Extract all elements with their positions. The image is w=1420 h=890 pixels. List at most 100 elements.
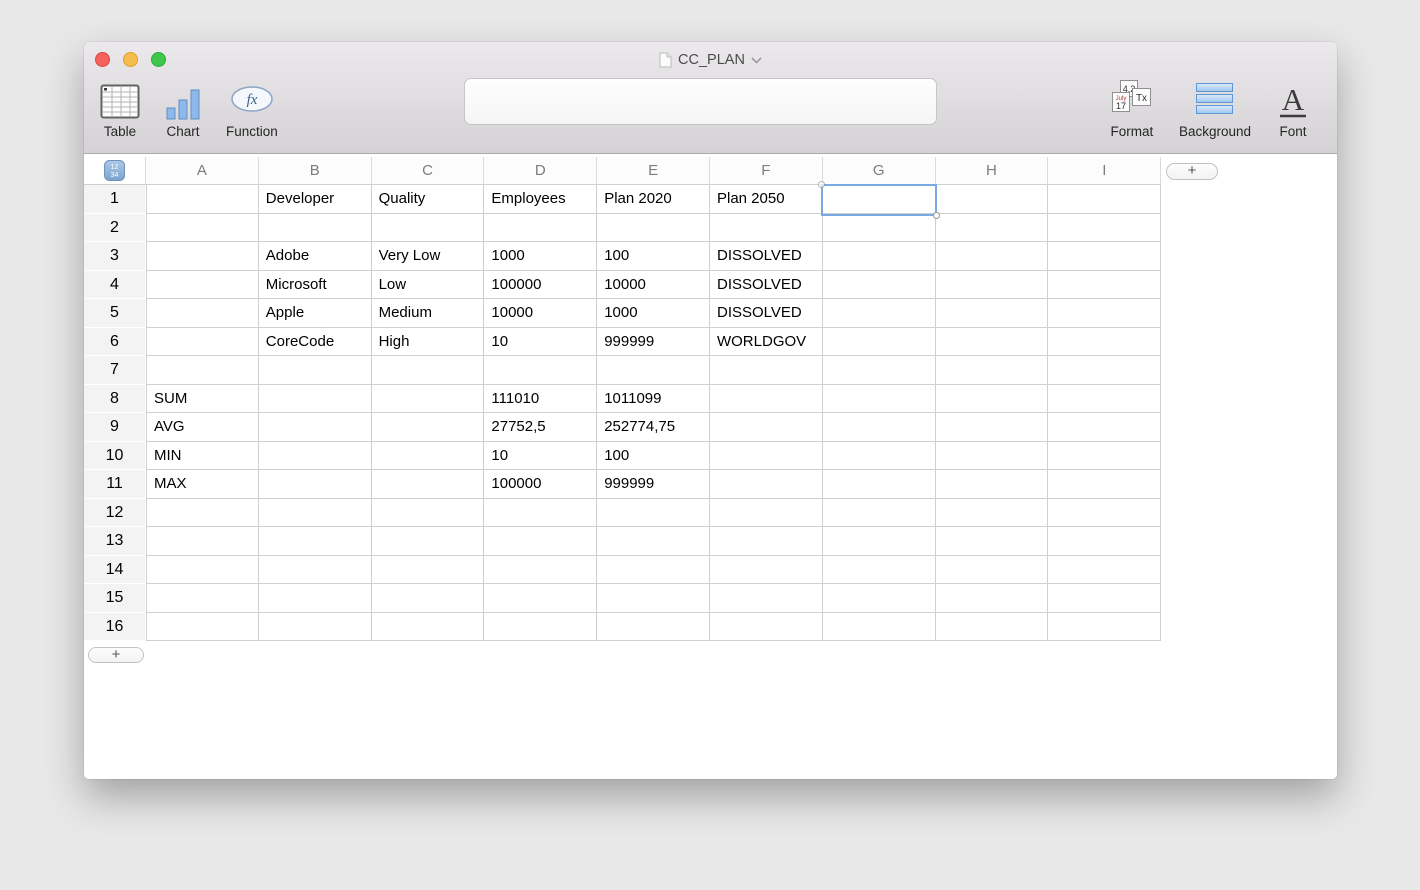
cell-H6[interactable] <box>935 327 1049 356</box>
cell-A3[interactable] <box>146 242 259 271</box>
cell-G9[interactable] <box>822 413 936 442</box>
column-header-A[interactable]: A <box>146 157 259 185</box>
cell-A8[interactable]: SUM <box>146 384 259 413</box>
table-corner-cell[interactable]: 12 34 <box>84 157 146 185</box>
cell-E10[interactable]: 100 <box>597 441 710 470</box>
cell-E6[interactable]: 999999 <box>597 327 710 356</box>
cell-G5[interactable] <box>822 299 936 328</box>
cell-H11[interactable] <box>935 470 1049 499</box>
cell-G6[interactable] <box>822 327 936 356</box>
cell-F10[interactable] <box>709 441 823 470</box>
cell-B14[interactable] <box>258 555 372 584</box>
format-button[interactable]: 4.2 Tx July 17 Format <box>1109 74 1155 139</box>
cell-B6[interactable]: CoreCode <box>258 327 372 356</box>
row-header-13[interactable]: 13 <box>84 527 146 556</box>
cell-C13[interactable] <box>371 527 485 556</box>
cell-D15[interactable] <box>484 584 598 613</box>
cell-H14[interactable] <box>935 555 1049 584</box>
cell-G10[interactable] <box>822 441 936 470</box>
row-header-9[interactable]: 9 <box>84 413 146 442</box>
cell-F9[interactable] <box>709 413 823 442</box>
cell-E1[interactable]: Plan 2020 <box>597 185 710 214</box>
cell-I1[interactable] <box>1048 185 1162 214</box>
table-handle-icon[interactable]: 1234 <box>104 160 125 181</box>
cell-I15[interactable] <box>1048 584 1162 613</box>
cell-C12[interactable] <box>371 498 485 527</box>
cell-E3[interactable]: 100 <box>597 242 710 271</box>
cell-D14[interactable] <box>484 555 598 584</box>
cell-A5[interactable] <box>146 299 259 328</box>
cell-H12[interactable] <box>935 498 1049 527</box>
cell-E14[interactable] <box>597 555 710 584</box>
cell-I7[interactable] <box>1048 356 1162 385</box>
cell-G13[interactable] <box>822 527 936 556</box>
cell-D10[interactable]: 10 <box>484 441 598 470</box>
cell-B9[interactable] <box>258 413 372 442</box>
row-header-1[interactable]: 1 <box>84 185 146 214</box>
cell-I6[interactable] <box>1048 327 1162 356</box>
column-header-G[interactable]: G <box>822 157 936 185</box>
cell-G16[interactable] <box>822 612 936 641</box>
cell-F8[interactable] <box>709 384 823 413</box>
cell-D5[interactable]: 10000 <box>484 299 598 328</box>
cell-D11[interactable]: 100000 <box>484 470 598 499</box>
cell-B2[interactable] <box>258 213 372 242</box>
cell-B1[interactable]: Developer <box>258 185 372 214</box>
cell-C10[interactable] <box>371 441 485 470</box>
cell-F1[interactable]: Plan 2050 <box>709 185 823 214</box>
cell-F16[interactable] <box>709 612 823 641</box>
cell-C8[interactable] <box>371 384 485 413</box>
table-button[interactable]: Table <box>100 74 140 139</box>
cell-G7[interactable] <box>822 356 936 385</box>
cell-B11[interactable] <box>258 470 372 499</box>
cell-G3[interactable] <box>822 242 936 271</box>
cell-A12[interactable] <box>146 498 259 527</box>
font-button[interactable]: A Font <box>1275 74 1311 139</box>
cell-D16[interactable] <box>484 612 598 641</box>
cell-A11[interactable]: MAX <box>146 470 259 499</box>
cell-I14[interactable] <box>1048 555 1162 584</box>
cell-A6[interactable] <box>146 327 259 356</box>
cell-I2[interactable] <box>1048 213 1162 242</box>
cell-F6[interactable]: WORLDGOV <box>709 327 823 356</box>
cell-A15[interactable] <box>146 584 259 613</box>
function-button[interactable]: fx Function <box>226 74 278 139</box>
row-header-3[interactable]: 3 <box>84 242 146 271</box>
cell-H3[interactable] <box>935 242 1049 271</box>
row-header-15[interactable]: 15 <box>84 584 146 613</box>
row-header-11[interactable]: 11 <box>84 470 146 499</box>
cell-D3[interactable]: 1000 <box>484 242 598 271</box>
cell-G15[interactable] <box>822 584 936 613</box>
row-header-2[interactable]: 2 <box>84 213 146 242</box>
cell-C16[interactable] <box>371 612 485 641</box>
cell-B8[interactable] <box>258 384 372 413</box>
selection-handle-top-left[interactable] <box>818 181 825 188</box>
cell-B13[interactable] <box>258 527 372 556</box>
cell-H5[interactable] <box>935 299 1049 328</box>
row-header-10[interactable]: 10 <box>84 441 146 470</box>
column-header-D[interactable]: D <box>484 157 598 185</box>
cell-H9[interactable] <box>935 413 1049 442</box>
cell-C2[interactable] <box>371 213 485 242</box>
cell-A13[interactable] <box>146 527 259 556</box>
cell-A16[interactable] <box>146 612 259 641</box>
cell-C5[interactable]: Medium <box>371 299 485 328</box>
title-chevron-down-icon[interactable] <box>751 56 762 64</box>
cell-H7[interactable] <box>935 356 1049 385</box>
cell-H8[interactable] <box>935 384 1049 413</box>
cell-A10[interactable]: MIN <box>146 441 259 470</box>
add-column-button[interactable]: + <box>1166 163 1218 180</box>
cell-I10[interactable] <box>1048 441 1162 470</box>
cell-A7[interactable] <box>146 356 259 385</box>
cell-D4[interactable]: 100000 <box>484 270 598 299</box>
cell-D2[interactable] <box>484 213 598 242</box>
cell-E8[interactable]: 1011099 <box>597 384 710 413</box>
window-title[interactable]: CC_PLAN <box>678 52 745 68</box>
selection-handle-bottom-right[interactable] <box>933 212 940 219</box>
cell-F2[interactable] <box>709 213 823 242</box>
cell-A4[interactable] <box>146 270 259 299</box>
row-header-12[interactable]: 12 <box>84 498 146 527</box>
cell-A14[interactable] <box>146 555 259 584</box>
column-header-F[interactable]: F <box>709 157 823 185</box>
cell-D7[interactable] <box>484 356 598 385</box>
